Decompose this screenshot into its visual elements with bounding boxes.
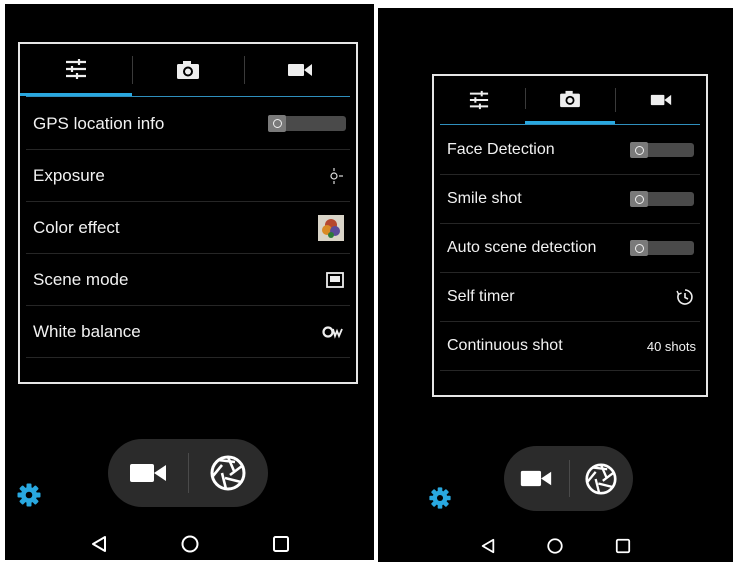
- camera-icon: [177, 61, 199, 79]
- recents-button[interactable]: [266, 529, 296, 559]
- setting-label: Color effect: [33, 217, 120, 237]
- settings-panel: GPS location info Exposure Color effect: [18, 42, 358, 384]
- back-button[interactable]: [84, 529, 114, 559]
- toggle-thumb: [630, 240, 648, 256]
- record-video-button[interactable]: [504, 446, 569, 511]
- setting-label: White balance: [33, 321, 141, 341]
- home-icon: [547, 538, 564, 554]
- toggle-thumb: [630, 191, 648, 207]
- video-camera-icon: [650, 94, 671, 106]
- capture-controls: [108, 439, 268, 507]
- video-record-icon: [130, 464, 166, 482]
- navigation-bar: [378, 530, 733, 562]
- tabs-divider: [440, 124, 700, 125]
- video-record-icon: [521, 470, 552, 487]
- setting-label: Face Detection: [447, 141, 555, 158]
- home-icon: [181, 535, 198, 553]
- tab-photo-settings[interactable]: [524, 76, 616, 124]
- setting-label: GPS location info: [33, 113, 165, 133]
- sliders-icon: [470, 90, 489, 110]
- setting-continuous-shot[interactable]: Continuous shot 40 shots: [440, 322, 700, 371]
- shutter-button[interactable]: [188, 439, 268, 507]
- smile-shot-toggle[interactable]: [630, 191, 694, 207]
- setting-partially-hidden: [434, 371, 706, 383]
- tabs-divider: [26, 96, 350, 97]
- home-button[interactable]: [540, 531, 570, 561]
- tab-general-settings[interactable]: [434, 76, 525, 124]
- video-camera-icon: [288, 64, 312, 76]
- setting-color-effect[interactable]: Color effect: [26, 202, 350, 254]
- toggle-thumb: [268, 115, 286, 132]
- tab-photo-settings[interactable]: [132, 44, 244, 96]
- setting-auto-scene-detection[interactable]: Auto scene detection: [440, 224, 700, 273]
- setting-label: Smile shot: [447, 190, 522, 207]
- scene-mode-icon: [326, 271, 344, 288]
- setting-label: Scene mode: [33, 269, 129, 289]
- setting-white-balance[interactable]: White balance: [26, 306, 350, 358]
- setting-exposure[interactable]: Exposure: [26, 150, 350, 202]
- exposure-icon: [328, 167, 344, 185]
- capture-controls: [504, 446, 633, 511]
- gear-icon[interactable]: [428, 486, 452, 515]
- back-button[interactable]: [473, 531, 503, 561]
- shutter-button[interactable]: [568, 446, 634, 511]
- color-effect-thumbnail-icon: [318, 214, 344, 241]
- back-icon: [481, 538, 495, 554]
- sliders-icon: [66, 58, 86, 79]
- setting-self-timer[interactable]: Self timer: [440, 273, 700, 322]
- tab-video-settings[interactable]: [615, 76, 706, 124]
- camera-screen-left: GPS location info Exposure Color effect: [5, 4, 374, 560]
- camera-icon: [560, 90, 580, 107]
- setting-partially-hidden: [20, 358, 356, 372]
- camera-screen-right: Face Detection Smile shot Auto scene det…: [378, 8, 733, 562]
- recents-icon: [272, 536, 289, 552]
- setting-gps-location[interactable]: GPS location info: [26, 98, 350, 150]
- setting-label: Auto scene detection: [447, 239, 597, 256]
- home-button[interactable]: [175, 529, 205, 559]
- setting-label: Self timer: [447, 288, 515, 305]
- tab-video-settings[interactable]: [244, 44, 356, 96]
- toggle-thumb: [630, 142, 648, 158]
- navigation-bar: [5, 528, 374, 560]
- setting-face-detection[interactable]: Face Detection: [440, 126, 700, 175]
- auto-scene-toggle[interactable]: [630, 240, 694, 256]
- record-video-button[interactable]: [108, 439, 188, 507]
- timer-icon: [676, 288, 694, 306]
- tab-general-settings[interactable]: [20, 44, 132, 96]
- setting-label: Continuous shot: [447, 337, 563, 354]
- gear-icon[interactable]: [16, 482, 42, 513]
- gps-toggle[interactable]: [268, 115, 346, 132]
- settings-panel: Face Detection Smile shot Auto scene det…: [432, 74, 708, 397]
- shutter-icon: [210, 455, 246, 491]
- setting-label: Exposure: [33, 165, 105, 185]
- settings-tabs: [434, 76, 706, 124]
- face-detection-toggle[interactable]: [630, 142, 694, 158]
- recents-button[interactable]: [608, 531, 638, 561]
- setting-smile-shot[interactable]: Smile shot: [440, 175, 700, 224]
- settings-list[interactable]: Face Detection Smile shot Auto scene det…: [434, 126, 706, 383]
- settings-list[interactable]: GPS location info Exposure Color effect: [20, 98, 356, 372]
- recents-icon: [616, 538, 631, 554]
- shutter-icon: [585, 462, 617, 495]
- continuous-shot-value: 40 shots: [646, 338, 696, 354]
- settings-tabs: [20, 44, 356, 96]
- white-balance-auto-icon: [322, 325, 344, 339]
- setting-scene-mode[interactable]: Scene mode: [26, 254, 350, 306]
- back-icon: [91, 536, 106, 552]
